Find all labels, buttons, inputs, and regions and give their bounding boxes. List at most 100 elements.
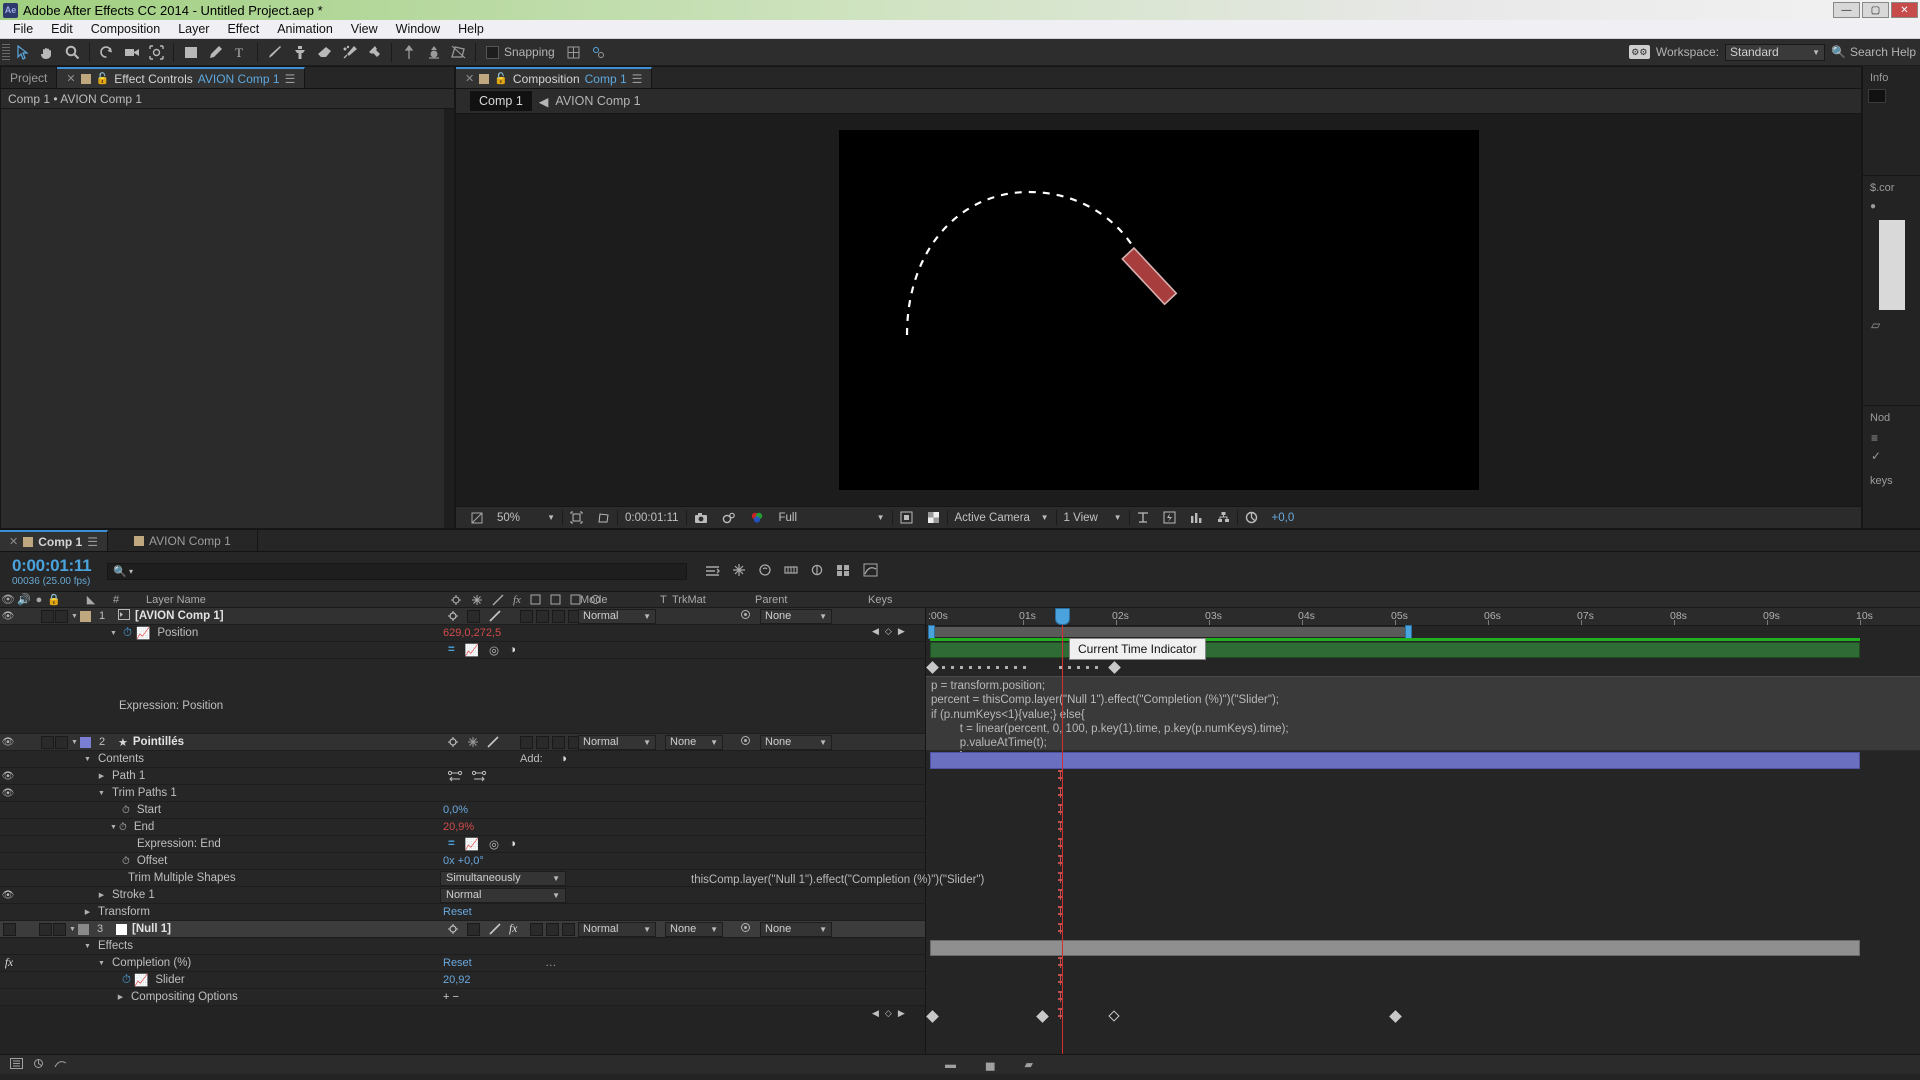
prop-row-slider[interactable]: ⏱ 📈 Slider 20,92 [0, 972, 925, 989]
resolution-dropdown[interactable]: Full ▼ [772, 509, 892, 526]
menu-animation[interactable]: Animation [268, 21, 342, 37]
prop-row-path-1[interactable]: 👁 ▶ Path 1 [0, 768, 925, 785]
scor-gradient-strip[interactable] [1878, 220, 1905, 310]
prop-row-stroke-1[interactable]: 👁 ▶ Stroke 1 Normal ▼ [0, 887, 925, 904]
layer-parent-dropdown[interactable]: None ▼ [760, 734, 832, 750]
tab-effect-controls[interactable]: ✕ 🔓 Effect Controls AVION Comp 1 ☰ [57, 67, 306, 88]
layer-mode-dropdown[interactable]: Normal ▼ [578, 921, 656, 937]
show-snapshot-icon[interactable] [715, 509, 743, 526]
composition-stage[interactable] [456, 114, 1861, 506]
add-contents-icon[interactable]: ◑ [560, 753, 567, 765]
layer-switch-boxes[interactable] [520, 735, 582, 749]
col-layer-name-header[interactable]: Layer Name [126, 592, 206, 608]
transparency-grid-icon[interactable] [920, 509, 947, 526]
workspace-dropdown[interactable]: Standard ▼ [1725, 43, 1825, 61]
expression-control-icons[interactable]: = 📈 ◎ ◑ [448, 837, 516, 851]
draft-3d-icon[interactable] [732, 563, 746, 580]
exposure-reset-icon[interactable] [1238, 509, 1265, 526]
layer-color-swatch[interactable] [78, 923, 89, 935]
timeline-graph-toggle-icon[interactable] [54, 1058, 67, 1072]
keyframe-toggle-icon[interactable]: ◇ [885, 1008, 892, 1019]
snap-align-icon[interactable] [586, 41, 611, 64]
expression-end-code[interactable]: thisComp.layer("Null 1").effect("Complet… [691, 874, 984, 886]
stopwatch-icon[interactable]: ⏱ [122, 805, 130, 816]
prop-row-contents[interactable]: ▼ Contents Add: ◑ [0, 751, 925, 768]
effects-fx-icon[interactable]: fx [509, 923, 517, 935]
menu-layer[interactable]: Layer [169, 21, 218, 37]
anchor-center-tool-icon[interactable] [421, 41, 446, 64]
anchor-up-tool-icon[interactable] [396, 41, 421, 64]
timeline-time-graph[interactable]: :00s 01s 02s 03s 04s 05s 06s 07s 08s 09s… [691, 608, 1920, 1054]
shape-tool-icon[interactable] [178, 41, 203, 64]
snap-grid-icon[interactable] [561, 41, 586, 64]
type-tool-icon[interactable]: T [228, 41, 253, 64]
timeline-ruler[interactable]: :00s 01s 02s 03s 04s 05s 06s 07s 08s 09s… [926, 608, 1920, 626]
expression-pickwhip-icon[interactable]: ◎ [489, 837, 499, 851]
close-icon[interactable]: ✕ [465, 72, 474, 85]
trim-multiple-shapes-dropdown[interactable]: Simultaneously ▼ [440, 870, 566, 886]
work-area-start-handle[interactable] [928, 625, 935, 639]
expression-control-icons[interactable]: = 📈 ◎ ◑ [448, 643, 516, 657]
layer-row-pointilles[interactable]: 👁 ▼ 2 ★ Pointillés Normal ▼ None ▼ None … [0, 734, 925, 751]
prev-keyframe-icon[interactable]: ◀ [872, 1008, 879, 1019]
menu-edit[interactable]: Edit [42, 21, 82, 37]
roto-brush-tool-icon[interactable] [337, 41, 362, 64]
panel-menu-icon[interactable]: ☰ [632, 72, 643, 86]
hide-shy-layers-icon[interactable] [758, 563, 772, 580]
trkmat-icon[interactable] [740, 735, 751, 749]
search-help[interactable]: 🔍 Search Help [1831, 45, 1916, 59]
expression-position-text[interactable]: p = transform.position; percent = thisCo… [926, 676, 1920, 763]
prop-value[interactable]: 0x +0,0° [443, 855, 484, 867]
menu-effect[interactable]: Effect [218, 21, 268, 37]
expression-end-text[interactable]: thisComp.layer("Null 1").effect("Complet… [691, 872, 1920, 889]
prev-keyframe-icon[interactable]: ◀ [872, 626, 879, 637]
timeline-search-input[interactable]: 🔍 ▾ [107, 563, 688, 580]
snapping-control[interactable]: Snapping [486, 45, 555, 59]
menu-composition[interactable]: Composition [82, 21, 169, 37]
fast-previews-icon[interactable] [1156, 509, 1183, 526]
next-keyframe-icon[interactable]: ▶ [898, 626, 905, 637]
keyframe-nav-position[interactable]: ◀ ◇ ▶ [872, 626, 905, 637]
comp-flowchart-icon[interactable] [1210, 509, 1237, 526]
expand-triangle-icon[interactable]: ▼ [108, 824, 119, 831]
layer-switch-boxes[interactable] [520, 609, 582, 623]
zoom-level-dropdown[interactable]: 50% ▼ [490, 509, 562, 526]
camera-tool-icon[interactable] [119, 41, 144, 64]
current-timecode[interactable]: 0:00:01:11 [618, 509, 686, 526]
graph-editor-icon[interactable] [863, 563, 878, 580]
prop-row-start[interactable]: ⏱ Start 0,0% [0, 802, 925, 819]
layer-switches[interactable]: fx [447, 922, 517, 936]
tab-composition[interactable]: ✕ 🔓 Composition Comp 1 ☰ [456, 67, 653, 88]
group-visibility-icon[interactable]: 👁 [0, 771, 16, 782]
transform-reset-link[interactable]: Reset [443, 906, 472, 918]
region-interest-toggle-icon[interactable] [893, 509, 920, 526]
trkmat-icon[interactable] [740, 922, 751, 936]
panel-menu-icon[interactable]: ☰ [87, 535, 98, 549]
layer-bar-null-1[interactable] [930, 940, 1860, 956]
expand-triangle-icon[interactable]: ▶ [82, 908, 93, 916]
pen-tool-icon[interactable] [203, 41, 228, 64]
expression-enable-icon[interactable]: = [448, 644, 455, 656]
add-contents-label[interactable]: Add: [520, 753, 543, 765]
expression-graph-icon[interactable]: 📈 [465, 837, 479, 851]
expand-triangle-icon[interactable]: ▼ [69, 739, 80, 746]
take-snapshot-icon[interactable] [687, 509, 715, 526]
keyframe-nav-slider[interactable]: ◀ ◇ ▶ [872, 1008, 905, 1019]
graph-icon[interactable]: 📈 [136, 626, 150, 640]
col-mode-header[interactable]: Mode [580, 592, 608, 608]
prop-row-trim-paths-1[interactable]: 👁 ▼ Trim Paths 1 [0, 785, 925, 802]
close-button[interactable]: ✕ [1891, 2, 1918, 18]
pan-behind-tool-icon[interactable] [144, 41, 169, 64]
video-toggle-icon[interactable]: 👁 [0, 611, 16, 622]
expand-triangle-icon[interactable]: ▼ [96, 960, 107, 967]
prop-row-expression-end[interactable]: Expression: End = 📈 ◎ ◑ [0, 836, 925, 853]
expand-triangle-icon[interactable]: ▼ [82, 943, 93, 950]
toggle-switches-modes-icon[interactable] [10, 1057, 23, 1072]
trkmat-icon[interactable] [740, 609, 751, 623]
node-panel-label[interactable]: Nod [1868, 410, 1915, 429]
clone-stamp-tool-icon[interactable] [287, 41, 312, 64]
prop-value[interactable]: 20,9% [443, 821, 474, 833]
layer-switches[interactable] [447, 609, 501, 623]
layer-trkmat-dropdown[interactable]: None ▼ [665, 734, 723, 750]
expand-triangle-icon[interactable]: ▶ [96, 891, 107, 899]
